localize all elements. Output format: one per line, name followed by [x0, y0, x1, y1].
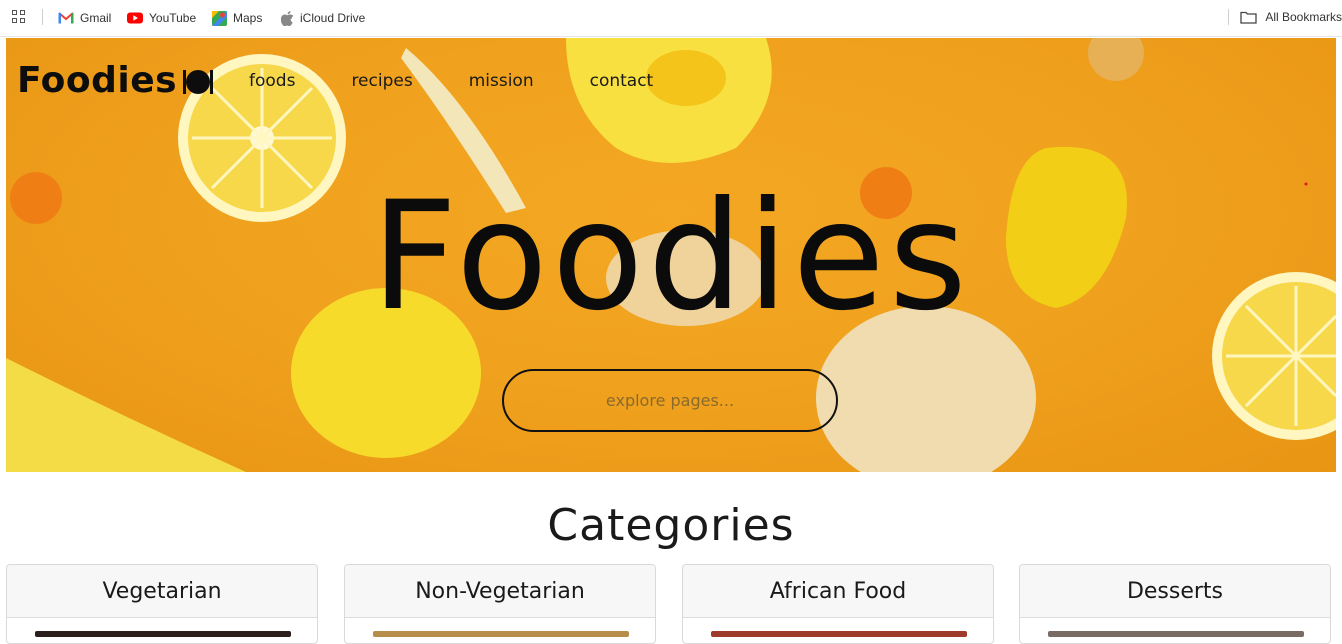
bookmark-label: YouTube [149, 11, 197, 25]
bookmarks-separator [42, 9, 43, 25]
maps-icon [212, 10, 227, 26]
hero-banner: Foodies foods recipes mission contact Fo… [6, 38, 1336, 472]
all-bookmarks-button[interactable]: All Bookmarks [1240, 10, 1342, 24]
category-card-title: Non-Vegetarian [345, 565, 655, 618]
category-card-african-food[interactable]: African Food [682, 564, 994, 644]
youtube-icon [127, 12, 143, 24]
categories-heading: Categories [547, 500, 795, 551]
folder-icon [1240, 11, 1257, 24]
site-logo-text: Foodies [17, 60, 178, 101]
bookmark-label: Gmail [80, 11, 112, 25]
bookmark-icloud-drive[interactable]: iCloud Drive [281, 10, 365, 26]
category-card-title: Vegetarian [7, 565, 317, 618]
category-card-non-vegetarian[interactable]: Non-Vegetarian [344, 564, 656, 644]
site-logo[interactable]: Foodies [17, 60, 215, 101]
search-box [502, 369, 838, 432]
main-nav: foods recipes mission contact [249, 71, 653, 91]
bookmarks-separator [1228, 9, 1229, 25]
nav-contact[interactable]: contact [590, 71, 654, 91]
bookmark-maps[interactable]: Maps [212, 10, 262, 26]
bookmark-gmail[interactable]: Gmail [58, 10, 111, 26]
category-card-vegetarian[interactable]: Vegetarian [6, 564, 318, 644]
bookmark-youtube[interactable]: YouTube [127, 10, 196, 26]
all-bookmarks-label: All Bookmarks [1265, 10, 1342, 24]
apple-icon [281, 10, 294, 26]
category-card-image [35, 631, 291, 637]
bookmark-label: iCloud Drive [300, 11, 366, 25]
nav-foods[interactable]: foods [249, 71, 295, 91]
nav-recipes[interactable]: recipes [351, 71, 412, 91]
category-card-desserts[interactable]: Desserts [1019, 564, 1331, 644]
hero-title: Foodies [371, 170, 971, 344]
bookmark-label: Maps [233, 11, 263, 25]
bookmarks-bar: Gmail YouTube Maps iCloud Drive All Book… [0, 0, 1342, 37]
gmail-icon [58, 12, 74, 24]
category-card-image [711, 631, 967, 637]
plate-cutlery-icon [183, 69, 214, 94]
search-input[interactable] [548, 390, 792, 411]
apps-grid-icon[interactable] [12, 10, 28, 26]
category-card-title: African Food [683, 565, 993, 618]
nav-mission[interactable]: mission [469, 71, 534, 91]
category-card-title: Desserts [1020, 565, 1330, 618]
category-card-image [1048, 631, 1304, 637]
category-card-image [373, 631, 629, 637]
